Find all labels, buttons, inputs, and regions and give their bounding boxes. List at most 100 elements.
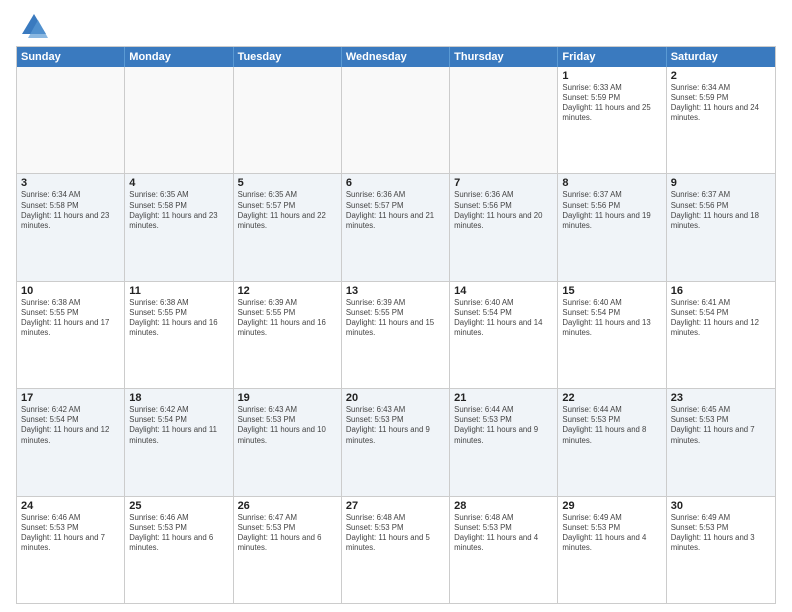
header-day-sunday: Sunday — [17, 47, 125, 67]
header-day-tuesday: Tuesday — [234, 47, 342, 67]
cal-cell-4-4: 28Sunrise: 6:48 AM Sunset: 5:53 PM Dayli… — [450, 497, 558, 603]
cal-cell-1-4: 7Sunrise: 6:36 AM Sunset: 5:56 PM Daylig… — [450, 174, 558, 280]
day-number: 16 — [671, 285, 771, 297]
calendar-body: 1Sunrise: 6:33 AM Sunset: 5:59 PM Daylig… — [17, 67, 775, 603]
cal-cell-4-5: 29Sunrise: 6:49 AM Sunset: 5:53 PM Dayli… — [558, 497, 666, 603]
day-detail: Sunrise: 6:40 AM Sunset: 5:54 PM Dayligh… — [562, 298, 661, 339]
cal-cell-0-2 — [234, 67, 342, 173]
day-number: 10 — [21, 285, 120, 297]
day-number: 26 — [238, 500, 337, 512]
day-number: 22 — [562, 392, 661, 404]
cal-cell-1-1: 4Sunrise: 6:35 AM Sunset: 5:58 PM Daylig… — [125, 174, 233, 280]
day-number: 7 — [454, 177, 553, 189]
page: SundayMondayTuesdayWednesdayThursdayFrid… — [0, 0, 792, 612]
cal-cell-4-3: 27Sunrise: 6:48 AM Sunset: 5:53 PM Dayli… — [342, 497, 450, 603]
day-number: 13 — [346, 285, 445, 297]
day-number: 30 — [671, 500, 771, 512]
day-number: 3 — [21, 177, 120, 189]
day-number: 12 — [238, 285, 337, 297]
cal-cell-1-3: 6Sunrise: 6:36 AM Sunset: 5:57 PM Daylig… — [342, 174, 450, 280]
cal-cell-4-2: 26Sunrise: 6:47 AM Sunset: 5:53 PM Dayli… — [234, 497, 342, 603]
cal-cell-3-3: 20Sunrise: 6:43 AM Sunset: 5:53 PM Dayli… — [342, 389, 450, 495]
day-detail: Sunrise: 6:49 AM Sunset: 5:53 PM Dayligh… — [671, 513, 771, 554]
calendar: SundayMondayTuesdayWednesdayThursdayFrid… — [16, 46, 776, 604]
cal-cell-3-5: 22Sunrise: 6:44 AM Sunset: 5:53 PM Dayli… — [558, 389, 666, 495]
cal-cell-0-5: 1Sunrise: 6:33 AM Sunset: 5:59 PM Daylig… — [558, 67, 666, 173]
day-number: 24 — [21, 500, 120, 512]
logo-icon — [20, 12, 48, 40]
calendar-header: SundayMondayTuesdayWednesdayThursdayFrid… — [17, 47, 775, 67]
cal-cell-2-2: 12Sunrise: 6:39 AM Sunset: 5:55 PM Dayli… — [234, 282, 342, 388]
day-detail: Sunrise: 6:34 AM Sunset: 5:59 PM Dayligh… — [671, 83, 771, 124]
day-number: 28 — [454, 500, 553, 512]
cal-cell-2-3: 13Sunrise: 6:39 AM Sunset: 5:55 PM Dayli… — [342, 282, 450, 388]
day-number: 15 — [562, 285, 661, 297]
cal-cell-0-0 — [17, 67, 125, 173]
cal-cell-2-1: 11Sunrise: 6:38 AM Sunset: 5:55 PM Dayli… — [125, 282, 233, 388]
calendar-row-3: 17Sunrise: 6:42 AM Sunset: 5:54 PM Dayli… — [17, 389, 775, 496]
header-day-wednesday: Wednesday — [342, 47, 450, 67]
cal-cell-1-2: 5Sunrise: 6:35 AM Sunset: 5:57 PM Daylig… — [234, 174, 342, 280]
day-detail: Sunrise: 6:40 AM Sunset: 5:54 PM Dayligh… — [454, 298, 553, 339]
day-detail: Sunrise: 6:36 AM Sunset: 5:57 PM Dayligh… — [346, 190, 445, 231]
logo — [16, 12, 48, 40]
cal-cell-1-0: 3Sunrise: 6:34 AM Sunset: 5:58 PM Daylig… — [17, 174, 125, 280]
cal-cell-1-5: 8Sunrise: 6:37 AM Sunset: 5:56 PM Daylig… — [558, 174, 666, 280]
day-detail: Sunrise: 6:45 AM Sunset: 5:53 PM Dayligh… — [671, 405, 771, 446]
cal-cell-4-6: 30Sunrise: 6:49 AM Sunset: 5:53 PM Dayli… — [667, 497, 775, 603]
day-detail: Sunrise: 6:35 AM Sunset: 5:58 PM Dayligh… — [129, 190, 228, 231]
cal-cell-4-1: 25Sunrise: 6:46 AM Sunset: 5:53 PM Dayli… — [125, 497, 233, 603]
day-number: 29 — [562, 500, 661, 512]
cal-cell-3-0: 17Sunrise: 6:42 AM Sunset: 5:54 PM Dayli… — [17, 389, 125, 495]
header-day-friday: Friday — [558, 47, 666, 67]
calendar-row-4: 24Sunrise: 6:46 AM Sunset: 5:53 PM Dayli… — [17, 497, 775, 603]
day-number: 27 — [346, 500, 445, 512]
cal-cell-2-6: 16Sunrise: 6:41 AM Sunset: 5:54 PM Dayli… — [667, 282, 775, 388]
cal-cell-2-5: 15Sunrise: 6:40 AM Sunset: 5:54 PM Dayli… — [558, 282, 666, 388]
day-number: 17 — [21, 392, 120, 404]
day-detail: Sunrise: 6:44 AM Sunset: 5:53 PM Dayligh… — [454, 405, 553, 446]
day-number: 21 — [454, 392, 553, 404]
cal-cell-0-3 — [342, 67, 450, 173]
header-day-monday: Monday — [125, 47, 233, 67]
day-number: 5 — [238, 177, 337, 189]
calendar-row-1: 3Sunrise: 6:34 AM Sunset: 5:58 PM Daylig… — [17, 174, 775, 281]
day-detail: Sunrise: 6:49 AM Sunset: 5:53 PM Dayligh… — [562, 513, 661, 554]
calendar-row-2: 10Sunrise: 6:38 AM Sunset: 5:55 PM Dayli… — [17, 282, 775, 389]
header-day-thursday: Thursday — [450, 47, 558, 67]
day-number: 11 — [129, 285, 228, 297]
day-detail: Sunrise: 6:42 AM Sunset: 5:54 PM Dayligh… — [129, 405, 228, 446]
day-detail: Sunrise: 6:46 AM Sunset: 5:53 PM Dayligh… — [21, 513, 120, 554]
day-number: 23 — [671, 392, 771, 404]
day-number: 25 — [129, 500, 228, 512]
day-number: 20 — [346, 392, 445, 404]
cal-cell-3-4: 21Sunrise: 6:44 AM Sunset: 5:53 PM Dayli… — [450, 389, 558, 495]
cal-cell-0-6: 2Sunrise: 6:34 AM Sunset: 5:59 PM Daylig… — [667, 67, 775, 173]
day-number: 18 — [129, 392, 228, 404]
cal-cell-0-4 — [450, 67, 558, 173]
header-day-saturday: Saturday — [667, 47, 775, 67]
cal-cell-3-1: 18Sunrise: 6:42 AM Sunset: 5:54 PM Dayli… — [125, 389, 233, 495]
day-detail: Sunrise: 6:41 AM Sunset: 5:54 PM Dayligh… — [671, 298, 771, 339]
cal-cell-0-1 — [125, 67, 233, 173]
day-number: 9 — [671, 177, 771, 189]
cal-cell-3-6: 23Sunrise: 6:45 AM Sunset: 5:53 PM Dayli… — [667, 389, 775, 495]
day-number: 14 — [454, 285, 553, 297]
day-detail: Sunrise: 6:43 AM Sunset: 5:53 PM Dayligh… — [238, 405, 337, 446]
day-detail: Sunrise: 6:37 AM Sunset: 5:56 PM Dayligh… — [671, 190, 771, 231]
day-detail: Sunrise: 6:35 AM Sunset: 5:57 PM Dayligh… — [238, 190, 337, 231]
calendar-row-0: 1Sunrise: 6:33 AM Sunset: 5:59 PM Daylig… — [17, 67, 775, 174]
day-detail: Sunrise: 6:36 AM Sunset: 5:56 PM Dayligh… — [454, 190, 553, 231]
cal-cell-1-6: 9Sunrise: 6:37 AM Sunset: 5:56 PM Daylig… — [667, 174, 775, 280]
day-detail: Sunrise: 6:43 AM Sunset: 5:53 PM Dayligh… — [346, 405, 445, 446]
day-detail: Sunrise: 6:39 AM Sunset: 5:55 PM Dayligh… — [238, 298, 337, 339]
cal-cell-2-0: 10Sunrise: 6:38 AM Sunset: 5:55 PM Dayli… — [17, 282, 125, 388]
day-detail: Sunrise: 6:39 AM Sunset: 5:55 PM Dayligh… — [346, 298, 445, 339]
day-number: 6 — [346, 177, 445, 189]
cal-cell-4-0: 24Sunrise: 6:46 AM Sunset: 5:53 PM Dayli… — [17, 497, 125, 603]
day-detail: Sunrise: 6:38 AM Sunset: 5:55 PM Dayligh… — [21, 298, 120, 339]
day-detail: Sunrise: 6:47 AM Sunset: 5:53 PM Dayligh… — [238, 513, 337, 554]
day-detail: Sunrise: 6:42 AM Sunset: 5:54 PM Dayligh… — [21, 405, 120, 446]
day-detail: Sunrise: 6:46 AM Sunset: 5:53 PM Dayligh… — [129, 513, 228, 554]
day-detail: Sunrise: 6:34 AM Sunset: 5:58 PM Dayligh… — [21, 190, 120, 231]
